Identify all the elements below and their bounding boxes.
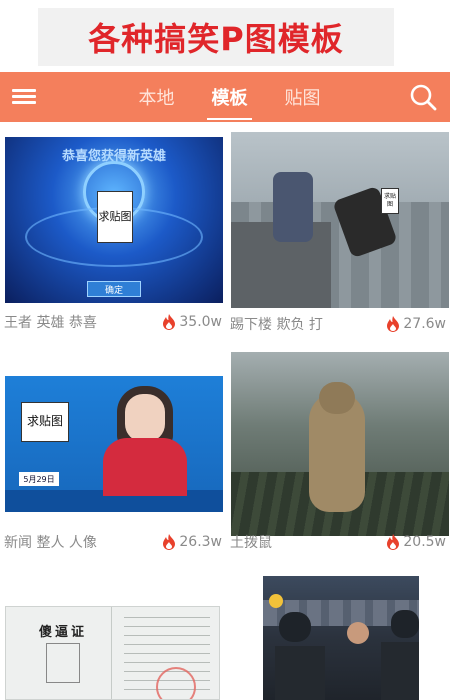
- template-tags: 踢下楼 欺负 打: [230, 317, 323, 333]
- flame-icon: [387, 316, 400, 332]
- flame-icon: [163, 534, 176, 550]
- tab-templates[interactable]: 模板: [193, 72, 266, 122]
- heat-value: 35.0w: [179, 314, 222, 330]
- heat-value: 27.6w: [403, 316, 446, 332]
- template-thumbnail[interactable]: [263, 576, 419, 700]
- confirm-button-graphic: 确定: [87, 281, 141, 297]
- search-icon[interactable]: [408, 82, 438, 112]
- template-card[interactable]: [226, 572, 450, 700]
- sticker-placeholder: 求贴图: [97, 191, 133, 243]
- flame-icon: [163, 314, 176, 330]
- document-title: 傻逼证: [38, 625, 87, 640]
- template-thumbnail[interactable]: 傻逼证: [5, 606, 220, 700]
- template-tags: 王者 英雄 恭喜: [4, 315, 97, 331]
- tab-bar: 本地 模板 贴图: [120, 72, 339, 122]
- template-thumbnail[interactable]: 求贴图 5月29日: [5, 376, 223, 512]
- promo-banner-title: 各种搞笑P图模板: [88, 20, 344, 58]
- promo-banner-box: 各种搞笑P图模板: [38, 8, 394, 66]
- template-card[interactable]: 傻逼证: [0, 602, 226, 700]
- flame-icon: [387, 534, 400, 550]
- heat-value: 26.3w: [179, 534, 222, 550]
- heat-count: 26.3w: [162, 534, 222, 550]
- template-thumbnail[interactable]: [231, 352, 449, 536]
- template-thumbnail[interactable]: 恭喜您获得新英雄 求贴图 确定: [5, 137, 223, 303]
- sticker-placeholder: 求贴图: [381, 188, 399, 214]
- template-card[interactable]: 求贴图 5月29日 新闻 整人 人像 26.3w: [0, 372, 226, 568]
- heat-count: 20.5w: [386, 534, 446, 550]
- tab-local[interactable]: 本地: [120, 72, 193, 122]
- template-card[interactable]: 求贴图 踢下楼 欺负 打 27.6w: [226, 132, 450, 350]
- heat-value: 20.5w: [403, 534, 446, 550]
- template-thumbnail[interactable]: 求贴图: [231, 132, 449, 308]
- template-grid: 恭喜您获得新英雄 求贴图 确定 王者 英雄 恭喜 35.0w 求贴图 踢下楼 欺…: [0, 122, 450, 700]
- promo-banner: 各种搞笑P图模板: [0, 0, 450, 72]
- template-card[interactable]: 恭喜您获得新英雄 求贴图 确定 王者 英雄 恭喜 35.0w: [0, 132, 226, 350]
- date-badge: 5月29日: [19, 472, 59, 486]
- sticker-placeholder: 求贴图: [21, 402, 69, 442]
- tab-stickers[interactable]: 贴图: [266, 72, 339, 122]
- template-tags: 土拨鼠: [230, 535, 272, 551]
- heat-count: 27.6w: [386, 316, 446, 332]
- template-card[interactable]: 土拨鼠 20.5w: [226, 350, 450, 568]
- template-tags: 新闻 整人 人像: [4, 535, 97, 551]
- heat-count: 35.0w: [162, 314, 222, 330]
- menu-icon[interactable]: [12, 85, 38, 109]
- top-nav-bar: 本地 模板 贴图: [0, 72, 450, 122]
